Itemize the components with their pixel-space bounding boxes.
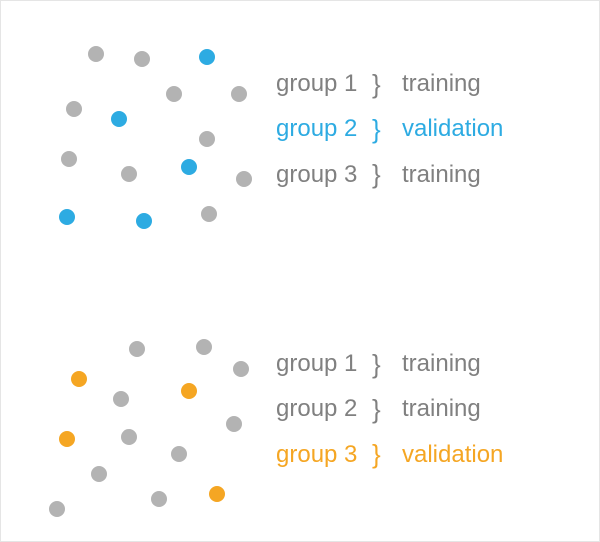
data-point [66,101,82,117]
data-point [134,51,150,67]
data-point [59,431,75,447]
data-point [233,361,249,377]
data-point [121,166,137,182]
group-label: group 3 [276,161,372,190]
legend-row-group-2: group 2 } training [276,394,503,425]
legend-row-group-3: group 3 } training [276,159,503,190]
group-label: group 1 [276,70,372,99]
data-point [88,46,104,62]
data-point [181,159,197,175]
legend-row-group-1: group 1 } training [276,349,503,380]
data-point [209,486,225,502]
group-label: group 2 [276,395,372,424]
data-point [59,209,75,225]
data-point [61,151,77,167]
data-point [201,206,217,222]
purpose-label: training [402,161,481,190]
data-point [236,171,252,187]
data-point [121,429,137,445]
purpose-label: validation [402,441,503,470]
data-point [136,213,152,229]
scatter-top [1,1,281,261]
purpose-label: training [402,395,481,424]
bracket-icon: } [372,159,402,190]
panel-fold-blue: group 1 } training group 2 } validation … [1,1,600,261]
data-point [151,491,167,507]
group-label: group 1 [276,350,372,379]
data-point [166,86,182,102]
legend-row-group-2: group 2 } validation [276,114,503,145]
purpose-label: training [402,350,481,379]
scatter-bottom [1,281,281,541]
data-point [181,383,197,399]
data-point [71,371,87,387]
data-point [231,86,247,102]
data-point [49,501,65,517]
data-point [111,111,127,127]
bracket-icon: } [372,439,402,470]
data-point [91,466,107,482]
data-point [129,341,145,357]
bracket-icon: } [372,114,402,145]
group-label: group 3 [276,441,372,470]
bracket-icon: } [372,394,402,425]
data-point [113,391,129,407]
bracket-icon: } [372,349,402,380]
group-label: group 2 [276,115,372,144]
purpose-label: training [402,70,481,99]
data-point [196,339,212,355]
data-point [199,131,215,147]
purpose-label: validation [402,115,503,144]
bracket-icon: } [372,69,402,100]
data-point [171,446,187,462]
data-point [226,416,242,432]
panel-fold-orange: group 1 } training group 2 } training gr… [1,281,600,541]
legend-row-group-3: group 3 } validation [276,439,503,470]
legend-row-group-1: group 1 } training [276,69,503,100]
data-point [199,49,215,65]
legend-top: group 1 } training group 2 } validation … [276,69,503,191]
legend-bottom: group 1 } training group 2 } training gr… [276,349,503,471]
